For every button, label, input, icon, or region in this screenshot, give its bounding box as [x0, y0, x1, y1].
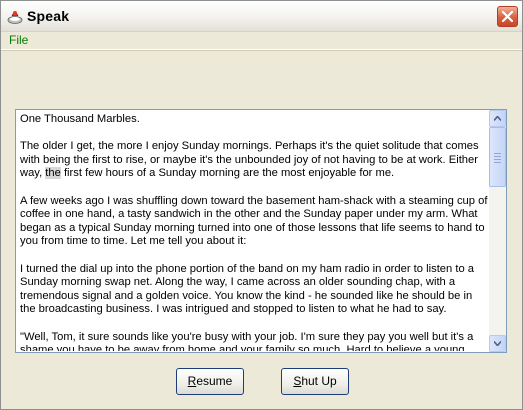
resume-button[interactable]: Resume: [176, 368, 244, 395]
window-title: Speak: [27, 8, 70, 24]
speak-window: Speak File One Thousand Marbles. The old…: [0, 0, 523, 410]
speech-text-area[interactable]: One Thousand Marbles. The older I get, t…: [15, 109, 507, 353]
paragraph: "Well, Tom, it sure sounds like you're b…: [20, 330, 474, 352]
grip-line: [494, 156, 501, 157]
document-text: One Thousand Marbles. The older I get, t…: [20, 113, 488, 351]
current-word-highlight: the: [45, 167, 61, 180]
scroll-thumb[interactable]: [489, 127, 506, 187]
scroll-down-button[interactable]: [489, 335, 506, 352]
close-button[interactable]: [497, 6, 518, 27]
paragraph: I turned the dial up into the phone port…: [20, 262, 478, 316]
resume-label: esume: [196, 374, 233, 388]
arrow-up-icon: [494, 116, 501, 121]
vertical-scrollbar[interactable]: [489, 110, 506, 352]
paragraph: The older I get, the more I enjoy Sunday…: [20, 140, 488, 181]
title-bar[interactable]: Speak: [1, 1, 522, 32]
grip-line: [494, 159, 501, 160]
close-icon: [502, 11, 513, 22]
app-icon: [7, 11, 23, 24]
paragraph: One Thousand Marbles.: [20, 113, 140, 125]
grip-line: [494, 153, 501, 154]
scroll-up-button[interactable]: [489, 110, 506, 127]
paragraph: A few weeks ago I was shuffling down tow…: [20, 194, 488, 248]
arrow-down-icon: [494, 341, 501, 346]
resume-mnemonic: R: [187, 374, 197, 388]
shut-up-button[interactable]: Shut Up: [281, 368, 349, 395]
shut-up-label: hut Up: [301, 374, 337, 388]
menu-bar: File: [1, 31, 522, 50]
grip-line: [494, 162, 501, 163]
paragraph-text: first few hours of a Sunday morning are …: [60, 167, 395, 180]
menu-file[interactable]: File: [9, 33, 28, 47]
